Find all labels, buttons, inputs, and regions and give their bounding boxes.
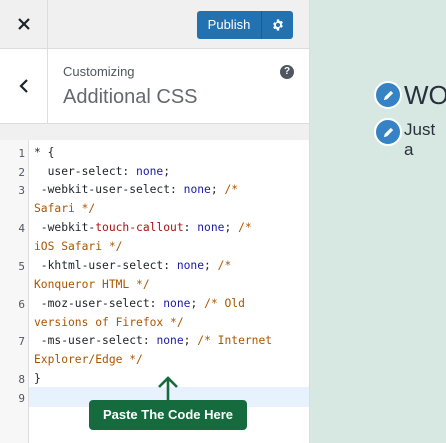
help-icon[interactable]: ? bbox=[280, 65, 294, 79]
code-line: Konqueror HTML */ bbox=[34, 278, 150, 291]
paste-code-callout: Paste The Code Here bbox=[89, 400, 247, 430]
close-button[interactable] bbox=[0, 0, 48, 48]
gear-icon bbox=[272, 19, 283, 31]
code-line: -khtml-user-select: none; /* bbox=[34, 259, 232, 272]
pencil-icon bbox=[383, 127, 393, 137]
line-number: 4 bbox=[18, 222, 25, 235]
code-line: user-select: none; bbox=[34, 165, 171, 178]
site-preview: WO Just a bbox=[310, 0, 446, 443]
publish-label[interactable]: Publish bbox=[197, 11, 261, 39]
line-number: 5 bbox=[18, 260, 25, 273]
pencil-icon bbox=[383, 90, 393, 100]
edit-shortcut-button[interactable] bbox=[374, 81, 402, 109]
line-number-gutter: 1 2 3 4 5 6 7 8 9 bbox=[0, 140, 29, 443]
line-number: 6 bbox=[18, 298, 25, 311]
line-number: 9 bbox=[18, 392, 25, 405]
edit-shortcut-button[interactable] bbox=[374, 118, 402, 146]
close-icon bbox=[17, 18, 30, 30]
line-number: 7 bbox=[18, 335, 25, 348]
publish-button[interactable]: Publish bbox=[197, 11, 293, 39]
customizing-label: Customizing bbox=[63, 64, 135, 79]
back-button[interactable] bbox=[0, 49, 48, 123]
customizer-topbar: Publish bbox=[0, 0, 309, 49]
publish-settings-button[interactable] bbox=[262, 11, 293, 39]
code-line: versions of Firefox */ bbox=[34, 316, 184, 329]
preview-site-title: WO bbox=[404, 80, 446, 110]
code-line: -webkit-touch-callout: none; /* bbox=[34, 221, 252, 234]
section-header: Customizing Additional CSS ? bbox=[0, 49, 309, 124]
code-line: -webkit-user-select: none; /* bbox=[34, 183, 239, 196]
section-title: Additional CSS bbox=[63, 86, 198, 108]
line-number: 3 bbox=[18, 184, 25, 197]
code-line: -moz-user-select: none; /* Old bbox=[34, 297, 245, 310]
line-number: 8 bbox=[18, 373, 25, 386]
preview-tagline: Just a bbox=[404, 120, 436, 159]
code-line: Safari */ bbox=[34, 202, 96, 215]
code-line: * { bbox=[34, 146, 55, 159]
chevron-left-icon bbox=[18, 79, 28, 93]
code-line: iOS Safari */ bbox=[34, 240, 123, 253]
code-line: Explorer/Edge */ bbox=[34, 353, 143, 366]
code-line: -ms-user-select: none; /* Internet bbox=[34, 334, 273, 347]
line-number: 2 bbox=[18, 166, 25, 179]
code-line: } bbox=[34, 372, 41, 385]
line-number: 1 bbox=[18, 147, 25, 160]
